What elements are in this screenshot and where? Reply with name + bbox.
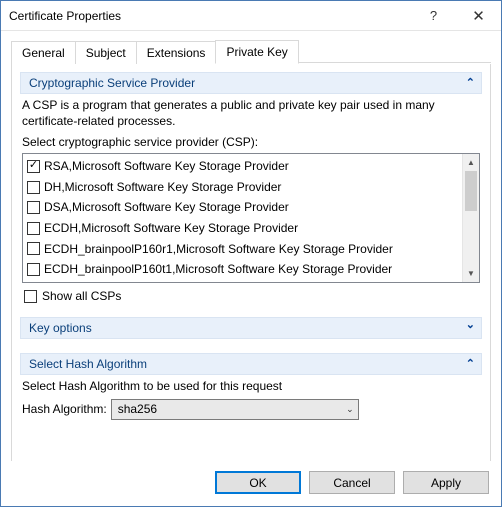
chevron-up-icon: ⌃ [466,78,475,89]
csp-item-checkbox[interactable] [27,263,40,276]
csp-item-label: DSA,Microsoft Software Key Storage Provi… [44,198,289,217]
csp-item-label: DH,Microsoft Software Key Storage Provid… [44,178,281,197]
csp-item-checkbox[interactable] [27,242,40,255]
hash-algorithm-value: sha256 [118,402,157,416]
csp-list-item[interactable]: ECDH,Microsoft Software Key Storage Prov… [25,218,460,239]
hash-algorithm-select[interactable]: sha256 ⌄ [111,399,359,420]
section-csp-body: A CSP is a program that generates a publ… [20,94,482,309]
content-area: General Subject Extensions Private Key C… [1,31,501,461]
section-csp-title: Cryptographic Service Provider [29,76,195,90]
csp-list-item[interactable]: RSA,Microsoft Software Key Storage Provi… [25,156,460,177]
show-all-csps-checkbox[interactable] [24,290,37,303]
chevron-up-icon: ⌃ [466,359,475,370]
csp-item-checkbox[interactable] [27,181,40,194]
section-key-options-title: Key options [29,321,92,335]
csp-list-scrollbar[interactable]: ▲ ▼ [462,154,479,282]
csp-item-label: ECDH,Microsoft Software Key Storage Prov… [44,219,298,238]
window-controls: ? ✕ [411,1,501,30]
tab-panel-private-key: Cryptographic Service Provider ⌃ A CSP i… [11,64,491,461]
tab-private-key[interactable]: Private Key [215,40,298,64]
dialog-window: Certificate Properties ? ✕ General Subje… [0,0,502,507]
section-hash-header[interactable]: Select Hash Algorithm ⌃ [20,353,482,375]
close-button[interactable]: ✕ [456,1,501,30]
scroll-thumb[interactable] [465,171,477,211]
csp-list-item[interactable]: ECDH_brainpoolP160t1,Microsoft Software … [25,259,460,280]
hash-algorithm-label: Hash Algorithm: [22,402,107,416]
csp-item-checkbox[interactable] [27,222,40,235]
csp-item-label: ECDH_brainpoolP160r1,Microsoft Software … [44,240,393,259]
dialog-buttons: OK Cancel Apply [1,461,501,506]
csp-list-item[interactable]: DSA,Microsoft Software Key Storage Provi… [25,197,460,218]
csp-list-item[interactable]: ECDH_brainpoolP160r1,Microsoft Software … [25,239,460,260]
tab-strip: General Subject Extensions Private Key [11,39,491,63]
tab-general[interactable]: General [11,41,76,64]
show-all-csps-row: Show all CSPs [24,289,480,303]
section-key-options-header[interactable]: Key options ⌄ [20,317,482,339]
csp-item-checkbox[interactable] [27,160,40,173]
titlebar: Certificate Properties ? ✕ [1,1,501,31]
scroll-up-icon[interactable]: ▲ [463,154,479,171]
chevron-down-icon: ⌄ [466,320,475,331]
window-title: Certificate Properties [9,9,121,23]
cancel-button[interactable]: Cancel [309,471,395,494]
csp-description: A CSP is a program that generates a publ… [22,98,480,129]
csp-item-checkbox[interactable] [27,201,40,214]
tab-subject[interactable]: Subject [75,41,137,64]
show-all-csps-label: Show all CSPs [42,289,121,303]
tab-extensions[interactable]: Extensions [136,41,217,64]
csp-select-label: Select cryptographic service provider (C… [22,135,480,149]
scroll-track[interactable] [463,171,479,265]
csp-item-label: RSA,Microsoft Software Key Storage Provi… [44,157,289,176]
section-hash-body: Select Hash Algorithm to be used for thi… [20,375,482,424]
csp-list-items: RSA,Microsoft Software Key Storage Provi… [23,154,462,282]
section-csp-header[interactable]: Cryptographic Service Provider ⌃ [20,72,482,94]
scroll-down-icon[interactable]: ▼ [463,265,479,282]
hash-algorithm-row: Hash Algorithm: sha256 ⌄ [22,399,480,420]
csp-item-label: ECDH_brainpoolP160t1,Microsoft Software … [44,260,392,279]
hash-description: Select Hash Algorithm to be used for thi… [22,379,480,395]
section-hash-title: Select Hash Algorithm [29,357,147,371]
ok-button[interactable]: OK [215,471,301,494]
help-button[interactable]: ? [411,1,456,30]
csp-list: RSA,Microsoft Software Key Storage Provi… [22,153,480,283]
chevron-down-icon: ⌄ [346,404,354,415]
apply-button[interactable]: Apply [403,471,489,494]
csp-list-item[interactable]: DH,Microsoft Software Key Storage Provid… [25,177,460,198]
